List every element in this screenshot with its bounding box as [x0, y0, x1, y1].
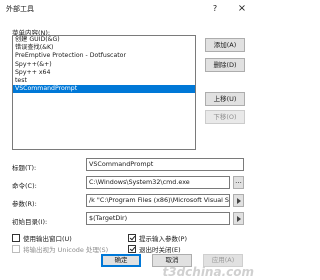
delete-button[interactable]: 删除(D): [205, 58, 245, 72]
checkbox-box[interactable]: [128, 234, 136, 242]
checkbox-label: 使用输出窗口(U): [23, 235, 72, 243]
command-label: 命令(C):: [12, 182, 37, 190]
initdir-field[interactable]: $(TargetDir): [86, 212, 230, 225]
list-item[interactable]: 创建 GUID(&G): [13, 36, 195, 44]
checkbox-label: 提示输入参数(P): [139, 235, 187, 243]
list-item[interactable]: Spy++(&+): [13, 61, 195, 69]
list-item[interactable]: Spy++ x64: [13, 69, 195, 77]
help-button[interactable]: ?: [208, 2, 222, 16]
checkbox-label: 将输出视为 Unicode 处理(S): [23, 246, 109, 254]
move-up-button[interactable]: 上移(U): [205, 92, 245, 106]
checkbox-box[interactable]: [12, 234, 20, 242]
list-item[interactable]: 错误查找(&K): [13, 44, 195, 52]
list-item[interactable]: test: [13, 77, 195, 85]
ok-button[interactable]: 确定: [101, 254, 141, 267]
prompt-args-checkbox[interactable]: 提示输入参数(P): [128, 233, 187, 243]
command-field[interactable]: C:\Windows\System32\cmd.exe: [86, 176, 230, 189]
checkbox-label: 退出时关闭(E): [139, 246, 181, 254]
initdir-label: 初始目录(I):: [12, 218, 48, 226]
add-button[interactable]: 添加(A): [205, 38, 245, 52]
title-field[interactable]: VSCommandPrompt: [86, 158, 244, 171]
window-title: 外部工具: [6, 5, 34, 13]
checkbox-box[interactable]: [12, 245, 20, 253]
close-on-exit-checkbox[interactable]: 退出时关闭(E): [128, 244, 181, 254]
unicode-output-checkbox[interactable]: 将输出视为 Unicode 处理(S): [12, 244, 108, 254]
args-field[interactable]: /k "C:\Program Files (x86)\Microsoft Vis…: [86, 194, 230, 207]
tools-listbox[interactable]: 创建 GUID(&G) 错误查找(&K) PreEmptive Protecti…: [12, 35, 196, 150]
args-label: 参数(R):: [12, 200, 37, 208]
title-bar: 外部工具 ? ×: [0, 0, 256, 18]
close-button[interactable]: ×: [234, 2, 250, 16]
initdir-menu-arrow-icon[interactable]: [233, 212, 244, 225]
browse-command-button[interactable]: ...: [233, 176, 244, 189]
title-label: 标题(T):: [12, 164, 37, 172]
checkbox-box[interactable]: [128, 245, 136, 253]
move-down-button[interactable]: 下移(O): [205, 110, 245, 124]
list-item[interactable]: PreEmptive Protection - Dotfuscator: [13, 52, 195, 60]
args-menu-arrow-icon[interactable]: [233, 194, 244, 207]
list-item-selected[interactable]: VSCommandPrompt: [13, 85, 195, 94]
use-output-window-checkbox[interactable]: 使用输出窗口(U): [12, 233, 72, 243]
watermark: t3dchina.com: [162, 265, 254, 279]
